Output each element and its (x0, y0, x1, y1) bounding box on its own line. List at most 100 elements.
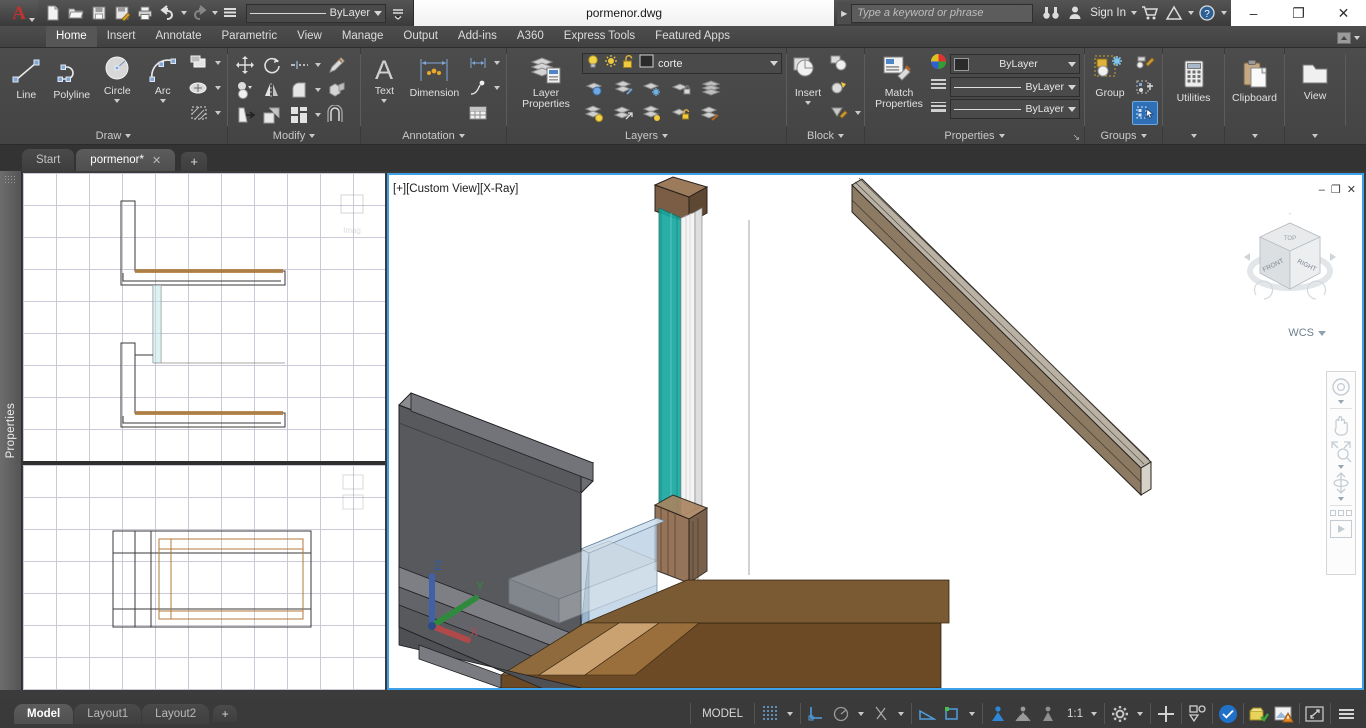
layout-tab-model[interactable]: Model (14, 703, 74, 724)
current-layer-combo[interactable]: corte (582, 53, 782, 74)
tab-add-ins[interactable]: Add-ins (448, 26, 507, 47)
panel-utilities-title[interactable] (1163, 128, 1224, 144)
panel-modify-title[interactable]: Modify (228, 128, 360, 144)
close-icon[interactable]: ✕ (152, 154, 161, 167)
layer-isolate-icon[interactable] (582, 76, 608, 100)
warning-image-icon[interactable] (1272, 703, 1296, 724)
tab-featured-apps[interactable]: Featured Apps (645, 26, 740, 47)
osnap-icon[interactable] (869, 703, 893, 724)
gear-icon[interactable] (1108, 703, 1132, 724)
color-swatch-icon[interactable] (639, 54, 654, 73)
edit-group-icon[interactable] (1132, 51, 1158, 75)
erase-brush-icon[interactable] (324, 53, 350, 77)
otrack-angle-icon[interactable] (915, 703, 939, 724)
layer-properties-button[interactable]: Layer Properties (511, 51, 581, 110)
layer-lock-icon[interactable] (669, 76, 695, 100)
orbit-icon[interactable] (1329, 471, 1353, 495)
explode-icon[interactable] (324, 78, 350, 102)
linetype-stack-icon[interactable] (930, 77, 947, 97)
panel-block-title[interactable]: Block (787, 128, 864, 144)
hatch-icon[interactable] (186, 101, 212, 125)
viewport-2d-lower[interactable] (23, 465, 385, 690)
move-icon[interactable] (232, 53, 258, 77)
annoscale-person-icon[interactable] (1036, 703, 1060, 724)
rotate-icon[interactable] (259, 53, 285, 77)
tab-express-tools[interactable]: Express Tools (554, 26, 645, 47)
array-icon[interactable] (286, 103, 312, 127)
panel-groups-title[interactable]: Groups (1085, 128, 1162, 144)
blue-check-circle-icon[interactable] (1216, 703, 1240, 724)
utilities-button[interactable]: Utilities (1167, 56, 1220, 104)
restore-button[interactable]: ❐ (1276, 0, 1321, 26)
search-input[interactable]: Type a keyword or phrase (851, 3, 1034, 23)
navbar-zoom-dropdown[interactable] (1338, 465, 1344, 469)
scale-dropdown[interactable] (1087, 703, 1101, 724)
create-block-icon[interactable] (826, 51, 852, 75)
chevron-down-icon[interactable] (381, 99, 388, 103)
polyline-button[interactable]: Polyline (50, 51, 95, 101)
workspace-dropdown[interactable] (1133, 703, 1147, 724)
layer-previous-icon[interactable] (698, 101, 724, 125)
layer-unlock-icon[interactable] (669, 101, 695, 125)
leader-dropdown[interactable] (492, 76, 502, 100)
a360-dropdown[interactable] (1187, 11, 1194, 15)
tab-annotate[interactable]: Annotate (145, 26, 211, 47)
layer-off-icon[interactable] (611, 76, 637, 100)
navbar-wheel-dropdown[interactable] (1338, 400, 1344, 404)
layer-list-icon[interactable] (219, 2, 241, 24)
undo-dropdown[interactable] (180, 11, 187, 15)
shopping-cart-icon[interactable] (1139, 2, 1161, 24)
viewport-3d[interactable]: [+][Custom View][X-Ray] – ❐ ✕ TOP FRONT … (387, 173, 1364, 690)
group-selection-icon[interactable] (1132, 101, 1158, 125)
new-file-icon[interactable] (42, 2, 64, 24)
rectangle-icon[interactable] (186, 51, 212, 75)
chevron-down-icon[interactable] (114, 99, 121, 103)
save-as-icon[interactable] (111, 2, 133, 24)
printer-icon[interactable] (134, 2, 156, 24)
sign-in-label[interactable]: Sign In (1088, 7, 1128, 19)
qat-customize-icon[interactable] (387, 2, 409, 24)
layer-match-icon[interactable] (611, 101, 637, 125)
layout-tab-layout2[interactable]: Layout2 (142, 703, 210, 724)
insert-block-button[interactable]: Insert (791, 51, 825, 105)
new-file-tab-button[interactable]: + (181, 152, 208, 171)
offset-icon[interactable] (324, 103, 350, 127)
viewport-2d-upper[interactable]: Imag (23, 173, 385, 461)
tab-output[interactable]: Output (393, 26, 448, 47)
ucs-square-icon[interactable] (940, 703, 964, 724)
redo-arrow-icon[interactable] (188, 2, 210, 24)
osnap-dropdown[interactable] (894, 703, 908, 724)
layer-freeze-icon[interactable] (640, 76, 666, 100)
text-button[interactable]: A Text (365, 51, 404, 103)
dim-linear-icon[interactable] (465, 51, 491, 75)
lineweight-icon[interactable] (930, 99, 947, 119)
group-manager-icon[interactable] (1132, 76, 1158, 100)
quick-bylayer-combo[interactable]: ByLayer (246, 3, 386, 23)
panel-annotation-title[interactable]: Annotation (361, 128, 506, 144)
tab-insert[interactable]: Insert (97, 26, 146, 47)
table-grid-icon[interactable] (465, 101, 491, 125)
redo-dropdown[interactable] (211, 11, 218, 15)
tab-manage[interactable]: Manage (332, 26, 394, 47)
color-wheel-icon[interactable] (930, 53, 947, 75)
file-tab-start[interactable]: Start (22, 149, 75, 171)
polar-dropdown[interactable] (854, 703, 868, 724)
binoculars-icon[interactable] (1040, 2, 1062, 24)
layer-thaw-icon[interactable] (640, 101, 666, 125)
file-tab-pormenor[interactable]: pormenor* ✕ (76, 149, 176, 171)
layer-current-icon[interactable] (698, 76, 724, 100)
trim-icon[interactable] (286, 53, 312, 77)
tab-view[interactable]: View (287, 26, 332, 47)
performance-icon[interactable] (1247, 703, 1271, 724)
palette-grip[interactable] (4, 175, 17, 184)
define-attribute-icon[interactable] (826, 101, 852, 125)
ribbon-minimize-control[interactable] (1337, 32, 1360, 47)
ucs-selector[interactable]: WCS (1288, 327, 1326, 339)
view-cube[interactable]: TOP FRONT RIGHT (1240, 211, 1340, 328)
expand-arrows-icon[interactable] (1303, 703, 1327, 724)
group-button[interactable]: Group (1089, 51, 1131, 99)
panel-clipboard-title[interactable] (1225, 128, 1284, 144)
question-mark-icon[interactable]: ? (1196, 2, 1218, 24)
plus-crosshair-icon[interactable] (1154, 703, 1178, 724)
tab-home[interactable]: Home (46, 26, 97, 47)
